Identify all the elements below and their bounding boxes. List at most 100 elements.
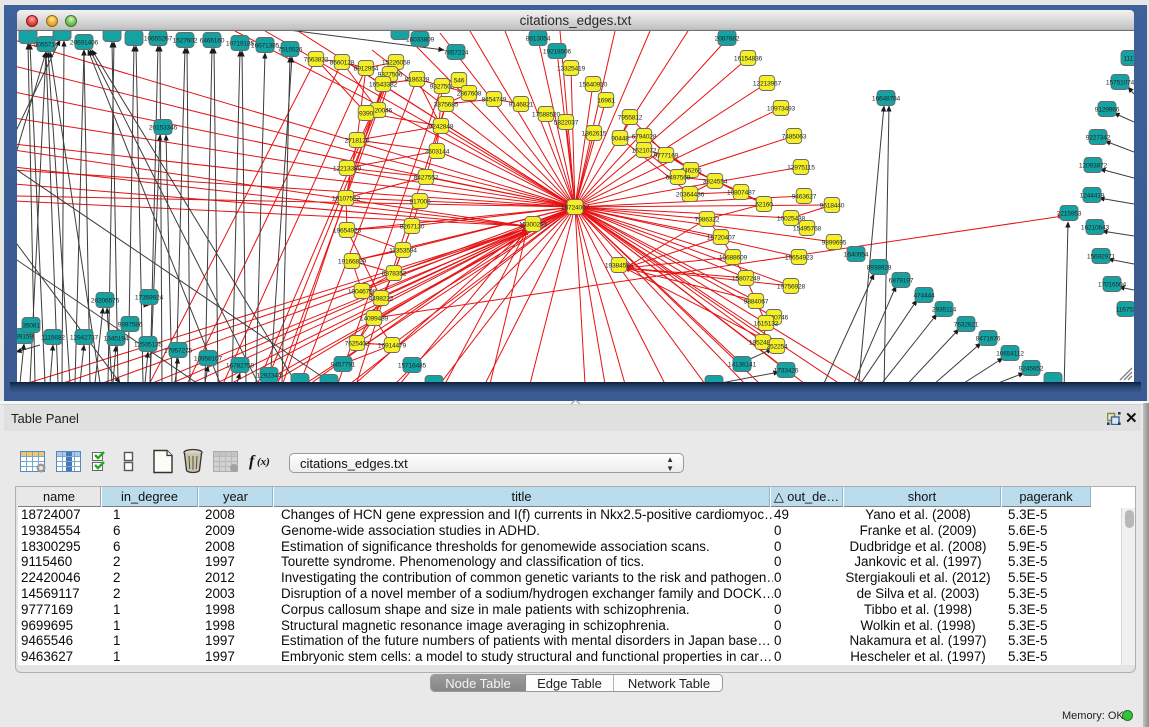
svg-text:4498222: 4498222 — [369, 295, 394, 302]
svg-text:1117: 1117 — [1123, 55, 1134, 62]
svg-text:9242848: 9242848 — [429, 123, 454, 130]
svg-text:19654923: 19654923 — [785, 254, 814, 261]
svg-text:(x): (x) — [257, 456, 270, 468]
svg-text:19384554: 19384554 — [605, 262, 634, 269]
svg-text:16033809: 16033809 — [406, 36, 435, 43]
svg-text:8912954: 8912954 — [354, 65, 379, 72]
svg-text:7857224: 7857224 — [444, 49, 469, 56]
svg-text:11353594: 11353594 — [389, 247, 417, 254]
svg-text:16210643: 16210643 — [1081, 224, 1110, 231]
svg-text:1527602: 1527602 — [173, 37, 198, 44]
svg-text:7986322: 7986322 — [695, 216, 720, 223]
svg-text:10958107: 10958107 — [194, 355, 223, 362]
svg-text:6497568: 6497568 — [666, 174, 691, 181]
svg-text:f: f — [249, 453, 256, 470]
svg-text:917006: 917006 — [409, 198, 431, 205]
svg-text:15751074: 15751074 — [1106, 79, 1134, 86]
svg-text:10654112: 10654112 — [996, 350, 1024, 357]
svg-text:1292344: 1292344 — [257, 372, 282, 379]
svg-text:39159: 39159 — [17, 333, 33, 340]
svg-text:6794028: 6794028 — [632, 133, 657, 140]
svg-text:8813054: 8813054 — [526, 35, 551, 42]
svg-text:62160: 62160 — [755, 201, 773, 208]
svg-text:10655267: 10655267 — [144, 35, 173, 42]
svg-text:19166829: 19166829 — [338, 258, 367, 265]
svg-text:8427552: 8427552 — [414, 174, 439, 181]
svg-text:5822037: 5822037 — [554, 119, 579, 126]
svg-text:14099489: 14099489 — [360, 315, 389, 322]
svg-text:8878352: 8878352 — [382, 270, 407, 277]
svg-text:13325419: 13325419 — [557, 65, 586, 72]
svg-text:8938928: 8938928 — [867, 264, 892, 271]
svg-text:17588520: 17588520 — [532, 111, 561, 118]
svg-text:16671385: 16671385 — [251, 42, 280, 49]
svg-text:1733426: 1733426 — [774, 367, 799, 374]
svg-text:12213389: 12213389 — [333, 165, 362, 172]
svg-text:15640910: 15640910 — [579, 81, 608, 88]
svg-text:7632621: 7632621 — [954, 321, 979, 328]
svg-text:9777169: 9777169 — [654, 152, 679, 159]
svg-text:17957275: 17957275 — [164, 347, 193, 354]
svg-text:9884067: 9884067 — [744, 298, 769, 305]
svg-text:18724007: 18724007 — [561, 204, 590, 211]
svg-text:8471676: 8471676 — [976, 335, 1001, 342]
svg-text:9390: 9390 — [359, 110, 374, 117]
svg-text:17359924: 17359924 — [135, 294, 164, 301]
svg-text:3375685: 3375685 — [434, 101, 459, 108]
svg-text:7663822: 7663822 — [304, 56, 329, 63]
svg-text:6466160: 6466160 — [200, 37, 225, 44]
svg-text:19756928: 19756928 — [777, 283, 806, 290]
svg-text:15716485: 15716485 — [398, 362, 427, 369]
svg-text:3215953: 3215953 — [1057, 210, 1082, 217]
svg-text:9997586: 9997586 — [118, 321, 143, 328]
svg-text:16154836: 16154836 — [734, 55, 763, 62]
svg-text:8454749: 8454749 — [482, 96, 507, 103]
svg-text:7955812: 7955812 — [618, 114, 643, 121]
svg-text:9618440: 9618440 — [820, 202, 845, 209]
svg-text:16648784: 16648784 — [872, 95, 901, 102]
svg-text:20364436: 20364436 — [676, 191, 705, 198]
svg-text:1244419: 1244419 — [1080, 192, 1105, 199]
svg-text:3824554: 3824554 — [703, 178, 728, 185]
svg-text:2087682: 2087682 — [715, 35, 740, 42]
svg-text:1640954: 1640954 — [844, 251, 869, 258]
svg-text:6879197: 6879197 — [889, 277, 914, 284]
svg-text:10807487: 10807487 — [727, 189, 756, 196]
svg-text:15720407: 15720407 — [707, 234, 736, 241]
svg-text:10107552: 10107552 — [332, 195, 361, 202]
svg-text:16961: 16961 — [597, 97, 615, 104]
svg-text:20206576: 20206576 — [91, 297, 120, 304]
svg-text:8186328: 8186328 — [405, 76, 430, 83]
svg-text:2603144: 2603144 — [425, 148, 450, 155]
svg-text:252254: 252254 — [766, 343, 788, 350]
svg-text:9899695: 9899695 — [822, 239, 847, 246]
svg-text:19218506: 19218506 — [543, 48, 572, 55]
svg-text:1115682: 1115682 — [41, 334, 65, 341]
svg-text:9129966: 9129966 — [1095, 106, 1120, 113]
svg-text:9227342: 9227342 — [1086, 134, 1111, 141]
svg-text:9146821: 9146821 — [509, 101, 534, 108]
svg-text:12213967: 12213967 — [753, 80, 782, 87]
svg-text:14136141: 14136141 — [728, 361, 757, 368]
svg-text:2718120: 2718120 — [345, 137, 370, 144]
svg-text:12975115: 12975115 — [787, 164, 815, 171]
svg-text:116753: 116753 — [1116, 306, 1134, 313]
svg-text:1345194: 1345194 — [104, 335, 129, 342]
svg-text:20153346: 20153346 — [149, 124, 178, 131]
svg-text:1615132: 1615132 — [754, 320, 779, 327]
svg-text:9463627: 9463627 — [792, 193, 817, 200]
svg-text:2935114: 2935114 — [932, 306, 957, 313]
svg-text:20691406: 20691406 — [70, 39, 99, 46]
svg-text:35081: 35081 — [22, 322, 40, 329]
svg-text:7515526: 7515526 — [278, 46, 303, 53]
svg-text:12942737: 12942737 — [70, 334, 99, 341]
svg-text:15226058: 15226058 — [382, 59, 411, 66]
svg-text:10973493: 10973493 — [767, 105, 796, 112]
svg-text:9457791: 9457791 — [331, 361, 356, 368]
svg-text:7625402: 7625402 — [345, 340, 370, 347]
svg-text:9245652: 9245652 — [1019, 365, 1044, 372]
svg-text:15300293: 15300293 — [519, 221, 548, 228]
svg-text:2867608: 2867608 — [457, 90, 482, 97]
svg-text:16914479: 16914479 — [378, 342, 407, 349]
svg-text:4055714: 4055714 — [34, 41, 59, 48]
